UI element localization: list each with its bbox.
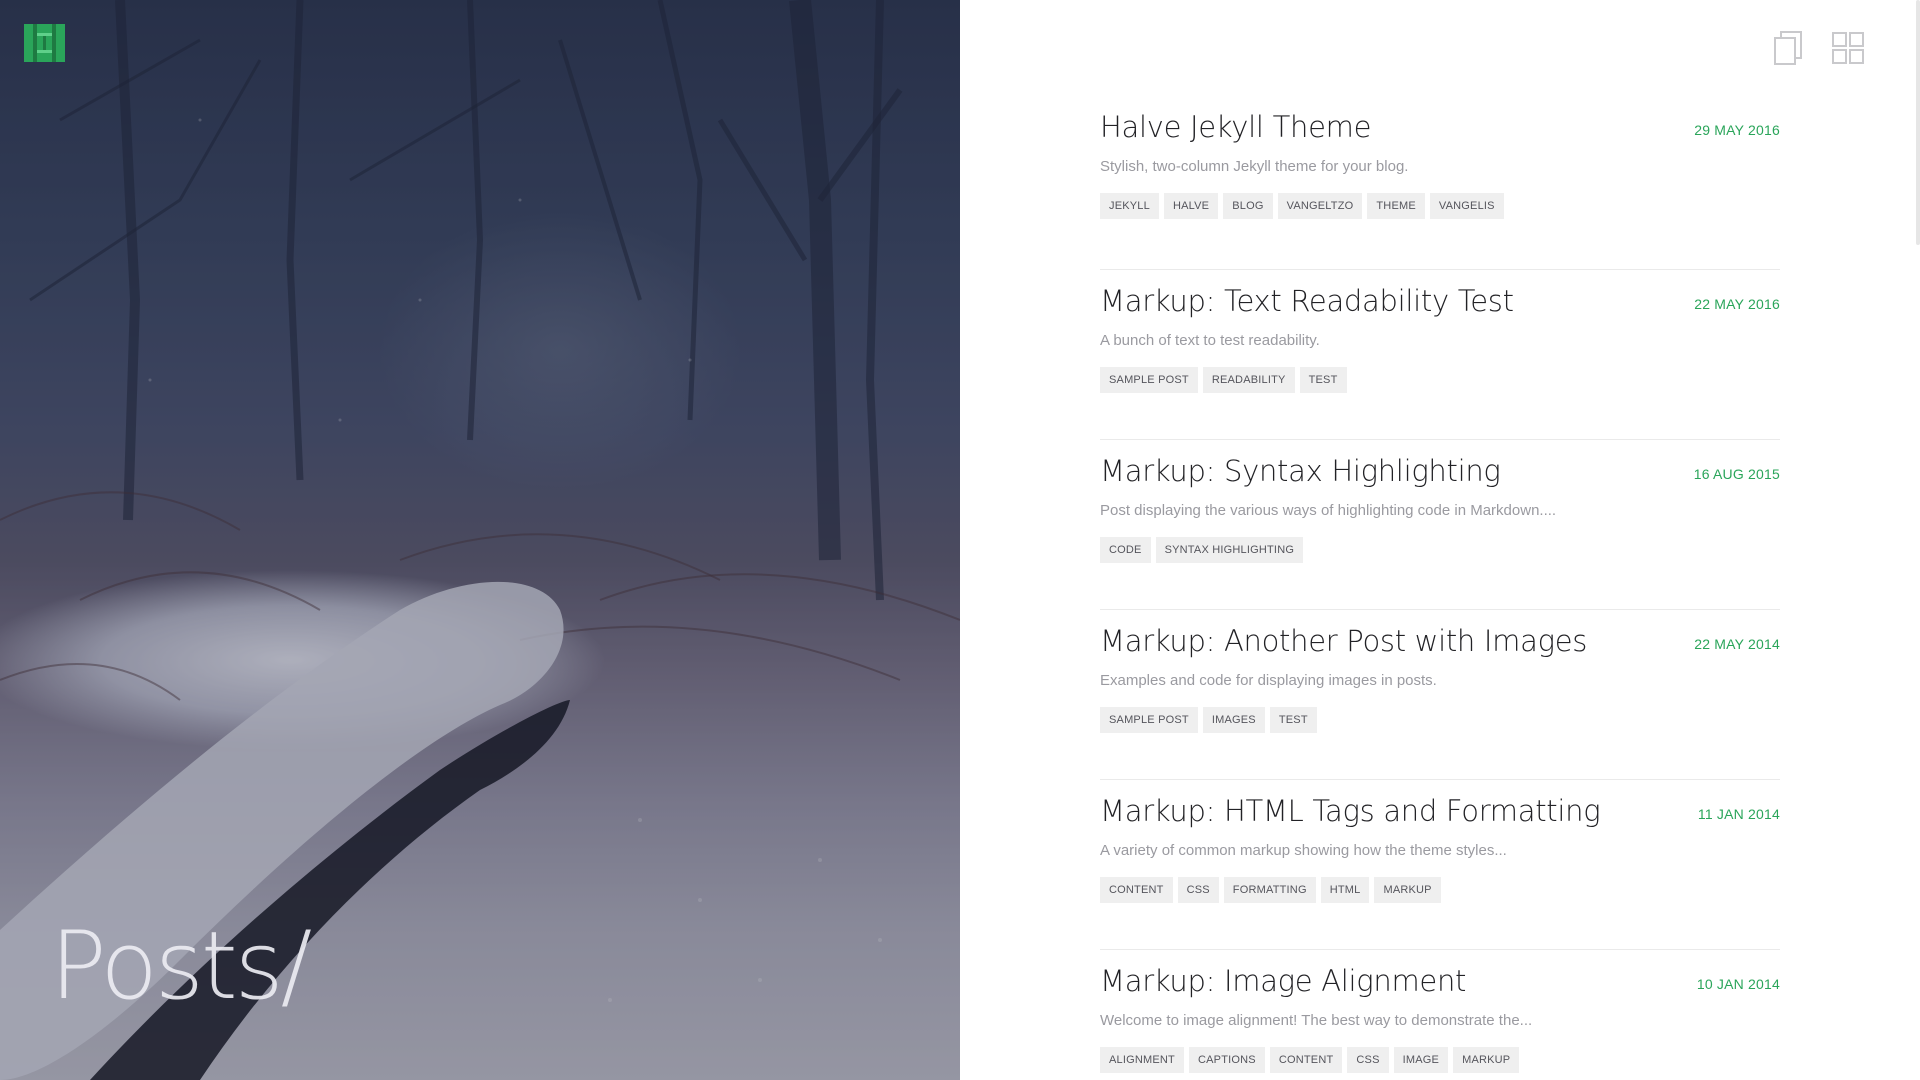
post-body: Markup: Image Alignment 10 JAN 2014 Welcom… xyxy=(1100,964,1780,1073)
post-title-link[interactable]: Markup: Image Alignment xyxy=(1100,964,1466,998)
post-date: 16 AUG 2015 xyxy=(1693,466,1780,482)
tag-link[interactable]: MARKUP xyxy=(1453,1047,1520,1073)
tag-link[interactable]: JEKYLL xyxy=(1100,193,1159,219)
post-title-link[interactable]: Halve Jekyll Theme xyxy=(1100,110,1371,144)
post-title-link[interactable]: Markup: HTML Tags and Formatting xyxy=(1100,794,1601,828)
post-body: Markup: HTML Tags and Formatting 11 JAN 2… xyxy=(1100,794,1780,903)
hero-panel: Posts/ xyxy=(0,0,960,1080)
tag-link[interactable]: THEME xyxy=(1367,193,1425,219)
post-date: 22 MAY 2014 xyxy=(1694,636,1780,652)
post-tags: SAMPLE POST READABILITY TEST xyxy=(1100,367,1780,393)
post-item: Markup: Another Post with Images 22 MAY 2… xyxy=(1100,610,1780,780)
post-body: Markup: Another Post with Images 22 MAY 2… xyxy=(1100,624,1780,733)
tag-link[interactable]: VANGELTZO xyxy=(1277,193,1363,219)
tag-link[interactable]: TEST xyxy=(1269,707,1317,733)
tag-link[interactable]: CSS xyxy=(1347,1047,1389,1073)
tag-link[interactable]: READABILITY xyxy=(1202,367,1295,393)
post-excerpt: Post displaying the various ways of high… xyxy=(1100,502,1557,519)
tag-link[interactable]: CAPTIONS xyxy=(1188,1047,1265,1073)
post-tags: SAMPLE POST IMAGES TEST xyxy=(1100,707,1780,733)
post-item: Halve Jekyll Theme 29 MAY 2016 Stylish, tw… xyxy=(1100,100,1780,270)
post-tags: CODE SYNTAX HIGHLIGHTING xyxy=(1100,537,1780,563)
post-excerpt: Stylish, two-column Jekyll theme for you… xyxy=(1100,158,1409,175)
tag-link[interactable]: CSS xyxy=(1177,877,1219,903)
post-list: Halve Jekyll Theme 29 MAY 2016 Stylish, tw… xyxy=(1100,100,1780,1080)
post-item: Markup: Image Alignment 10 JAN 2014 Welcom… xyxy=(1100,950,1780,1080)
post-date: 29 MAY 2016 xyxy=(1694,122,1780,138)
grid-icon[interactable] xyxy=(1832,30,1864,66)
post-body: Halve Jekyll Theme 29 MAY 2016 Stylish, tw… xyxy=(1100,110,1780,219)
tag-link[interactable]: CODE xyxy=(1100,537,1151,563)
tag-link[interactable]: HALVE xyxy=(1163,193,1219,219)
post-tags: CONTENT CSS FORMATTING HTML MARKUP xyxy=(1100,877,1780,903)
scrollbar[interactable] xyxy=(1914,0,1920,1080)
tag-link[interactable]: TEST xyxy=(1299,367,1347,393)
post-excerpt: A variety of common markup showing how t… xyxy=(1100,842,1507,859)
tag-link[interactable]: SAMPLE POST xyxy=(1100,367,1198,393)
post-excerpt: Examples and code for displaying images … xyxy=(1100,672,1437,689)
post-tags: ALIGNMENT CAPTIONS CONTENT CSS IMAGE MARKUP xyxy=(1100,1047,1780,1073)
tag-link[interactable]: BLOG xyxy=(1223,193,1273,219)
post-title-link[interactable]: Markup: Text Readability Test xyxy=(1100,284,1514,318)
post-body: Markup: Text Readability Test 22 MAY 2016… xyxy=(1100,284,1780,393)
tag-link[interactable]: HTML xyxy=(1320,877,1370,903)
post-date: 11 JAN 2014 xyxy=(1697,806,1780,822)
page-title: Posts/ xyxy=(50,912,312,1021)
post-tags: JEKYLL HALVE BLOG VANGELTZO THEME VANGELIS xyxy=(1100,193,1780,219)
stacked-pages-icon[interactable] xyxy=(1772,30,1804,66)
tag-link[interactable]: CONTENT xyxy=(1269,1047,1343,1073)
post-item: Markup: HTML Tags and Formatting 11 JAN 2… xyxy=(1100,780,1780,950)
post-item: Markup: Syntax Highlighting 16 AUG 2015 Po… xyxy=(1100,440,1780,610)
post-date: 22 MAY 2016 xyxy=(1694,296,1780,312)
tag-link[interactable]: CONTENT xyxy=(1100,877,1173,903)
post-excerpt: A bunch of text to test readability. xyxy=(1100,332,1320,349)
post-body: Markup: Syntax Highlighting 16 AUG 2015 Po… xyxy=(1100,454,1780,563)
tag-link[interactable]: IMAGE xyxy=(1393,1047,1449,1073)
tag-link[interactable]: FORMATTING xyxy=(1223,877,1316,903)
post-excerpt: Welcome to image alignment! The best way… xyxy=(1100,1012,1533,1029)
tag-link[interactable]: SAMPLE POST xyxy=(1100,707,1198,733)
post-date: 10 JAN 2014 xyxy=(1696,976,1780,992)
post-title-link[interactable]: Markup: Syntax Highlighting xyxy=(1100,454,1501,488)
scrollbar-thumb[interactable] xyxy=(1916,0,1920,245)
tag-link[interactable]: MARKUP xyxy=(1374,877,1441,903)
view-toggle-group xyxy=(1772,30,1864,66)
tag-link[interactable]: VANGELIS xyxy=(1429,193,1504,219)
content-panel: Halve Jekyll Theme 29 MAY 2016 Stylish, tw… xyxy=(960,0,1920,1080)
tag-link[interactable]: IMAGES xyxy=(1202,707,1265,733)
post-item: Markup: Text Readability Test 22 MAY 2016… xyxy=(1100,270,1780,440)
tag-link[interactable]: SYNTAX HIGHLIGHTING xyxy=(1155,537,1304,563)
site-logo-icon[interactable] xyxy=(24,24,65,62)
post-title-link[interactable]: Markup: Another Post with Images xyxy=(1100,624,1587,658)
tag-link[interactable]: ALIGNMENT xyxy=(1100,1047,1184,1073)
